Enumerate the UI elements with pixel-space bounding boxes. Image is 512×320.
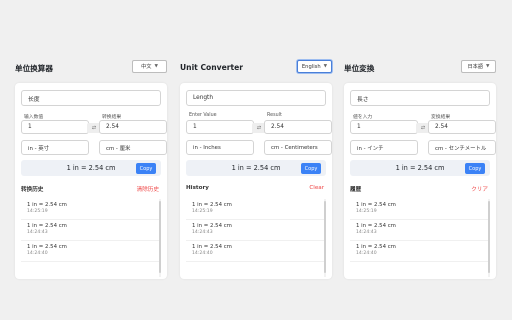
from-value-label: 値を入力 [353, 115, 373, 120]
from-value-input[interactable]: 1 [21, 120, 89, 134]
to-unit-select[interactable]: cm - 厘米 [99, 140, 167, 155]
panel-header: 単位変換 日本語 ▼ [344, 57, 496, 77]
history-item-value: 1 in = 2.54 cm [192, 202, 232, 208]
converter-card: 長さ 値を入力 変換結果 1 ⇄ 2.54 in - インチ cm - センチメ… [344, 83, 496, 279]
history-item-value: 1 in = 2.54 cm [192, 223, 232, 229]
converter-panel-chinese: 单位换算器 中文 ▼ 长度 输入数值 转换结果 1 ⇄ 2.54 in - 英寸 … [15, 57, 167, 279]
language-select[interactable]: English ▼ [297, 60, 332, 73]
history-item-time: 14:24:40 [356, 251, 377, 256]
history-item[interactable]: 1 in = 2.54 cm 14:25:19 [186, 199, 326, 220]
history-title: 转换历史 [21, 187, 44, 193]
history-item-value: 1 in = 2.54 cm [27, 223, 67, 229]
history-list[interactable]: 1 in = 2.54 cm 14:25:19 1 in = 2.54 cm 14:… [21, 199, 161, 277]
history-item-time: 14:24:43 [356, 230, 377, 235]
history-item[interactable]: 1 in = 2.54 cm 14:24:43 [186, 220, 326, 241]
history-scrollbar[interactable] [324, 199, 326, 277]
panel-title: Unit Converter [180, 63, 244, 72]
history-item[interactable]: 1 in = 2.54 cm 14:24:40 [21, 241, 161, 262]
from-unit-select[interactable]: in - 英寸 [21, 140, 89, 155]
history-item[interactable]: 1 in = 2.54 cm 14:24:43 [21, 220, 161, 241]
history-item-time: 14:25:19 [356, 209, 377, 214]
history-title: 履歴 [350, 187, 362, 193]
history-item[interactable]: 1 in = 2.54 cm 14:24:43 [350, 220, 490, 241]
clear-history-button[interactable]: 清除历史 [137, 185, 159, 193]
category-select[interactable]: 长度 [21, 90, 161, 106]
to-unit-select[interactable]: cm - センチメートル [428, 140, 496, 155]
converter-panel-japanese: 単位変換 日本語 ▼ 長さ 値を入力 変換結果 1 ⇄ 2.54 in - インチ… [344, 57, 496, 279]
converter-panel-english: Unit Converter English ▼ Length Enter Val… [180, 57, 332, 279]
history-title: History [186, 185, 209, 191]
language-select[interactable]: 日本語 ▼ [461, 60, 496, 73]
panel-header: 单位换算器 中文 ▼ [15, 57, 167, 77]
language-select-value: English [301, 63, 321, 70]
from-value-label: Enter Value [189, 113, 217, 118]
to-value-label: 変換結果 [431, 115, 451, 120]
history-item[interactable]: 1 in = 2.54 cm 14:25:19 [350, 199, 490, 220]
converter-card: 长度 输入数值 转换结果 1 ⇄ 2.54 in - 英寸 cm - 厘米 1 … [15, 83, 167, 279]
language-select[interactable]: 中文 ▼ [132, 60, 167, 73]
from-value-input[interactable]: 1 [186, 120, 254, 134]
history-item-value: 1 in = 2.54 cm [192, 244, 232, 250]
history-item[interactable]: 1 in = 2.54 cm 14:24:40 [186, 241, 326, 262]
panel-title: 单位换算器 [15, 64, 53, 73]
copy-button[interactable]: Copy [301, 163, 321, 174]
converter-card: Length Enter Value Result 1 ⇄ 2.54 in - … [180, 83, 332, 279]
result-bar: 1 in = 2.54 cm Copy [350, 160, 490, 176]
history-item[interactable]: 1 in = 2.54 cm 14:25:19 [21, 199, 161, 220]
category-select[interactable]: 長さ [350, 90, 490, 106]
to-value-label: 转换结果 [102, 115, 122, 120]
history-item-value: 1 in = 2.54 cm [356, 244, 396, 250]
history-item-value: 1 in = 2.54 cm [356, 223, 396, 229]
history-item-value: 1 in = 2.54 cm [356, 202, 396, 208]
panel-header: Unit Converter English ▼ [180, 57, 332, 77]
scrollbar-thumb[interactable] [324, 201, 326, 273]
clear-history-button[interactable]: Clear [309, 185, 324, 191]
chevron-down-icon: ▼ [323, 64, 328, 69]
language-select-value: 中文 [141, 64, 152, 70]
history-item-time: 14:24:43 [192, 230, 213, 235]
chevron-down-icon: ▼ [154, 64, 158, 69]
history-scrollbar[interactable] [159, 199, 161, 277]
result-bar: 1 in = 2.54 cm Copy [21, 160, 161, 176]
history-item-value: 1 in = 2.54 cm [27, 202, 67, 208]
from-value-input[interactable]: 1 [350, 120, 418, 134]
history-list[interactable]: 1 in = 2.54 cm 14:25:19 1 in = 2.54 cm 14:… [350, 199, 490, 277]
history-scrollbar[interactable] [488, 199, 490, 277]
history-item-time: 14:24:40 [192, 251, 213, 256]
history-item-time: 14:24:43 [27, 230, 48, 235]
copy-button[interactable]: Copy [136, 163, 156, 174]
to-value-field[interactable]: 2.54 [99, 120, 167, 134]
history-item-time: 14:24:40 [27, 251, 48, 256]
result-bar: 1 in = 2.54 cm Copy [186, 160, 326, 176]
scrollbar-thumb[interactable] [488, 201, 490, 273]
category-select[interactable]: Length [186, 90, 326, 106]
from-unit-select[interactable]: in - インチ [350, 140, 418, 155]
history-item[interactable]: 1 in = 2.54 cm 14:24:40 [350, 241, 490, 262]
to-value-field[interactable]: 2.54 [264, 120, 332, 134]
panel-title: 単位変換 [344, 64, 375, 73]
copy-button[interactable]: Copy [465, 163, 485, 174]
chevron-down-icon: ▼ [486, 64, 490, 69]
history-item-time: 14:25:19 [192, 209, 213, 214]
clear-history-button[interactable]: クリア [471, 185, 488, 193]
history-item-value: 1 in = 2.54 cm [27, 244, 67, 250]
history-list[interactable]: 1 in = 2.54 cm 14:25:19 1 in = 2.54 cm 14:… [186, 199, 326, 277]
from-unit-select[interactable]: in - Inches [186, 140, 254, 155]
history-item-time: 14:25:19 [27, 209, 48, 214]
from-value-label: 输入数值 [24, 115, 44, 120]
language-select-value: 日本語 [467, 64, 484, 70]
to-unit-select[interactable]: cm - Centimeters [264, 140, 332, 155]
scrollbar-thumb[interactable] [159, 201, 161, 273]
to-value-field[interactable]: 2.54 [428, 120, 496, 134]
to-value-label: Result [267, 113, 282, 118]
